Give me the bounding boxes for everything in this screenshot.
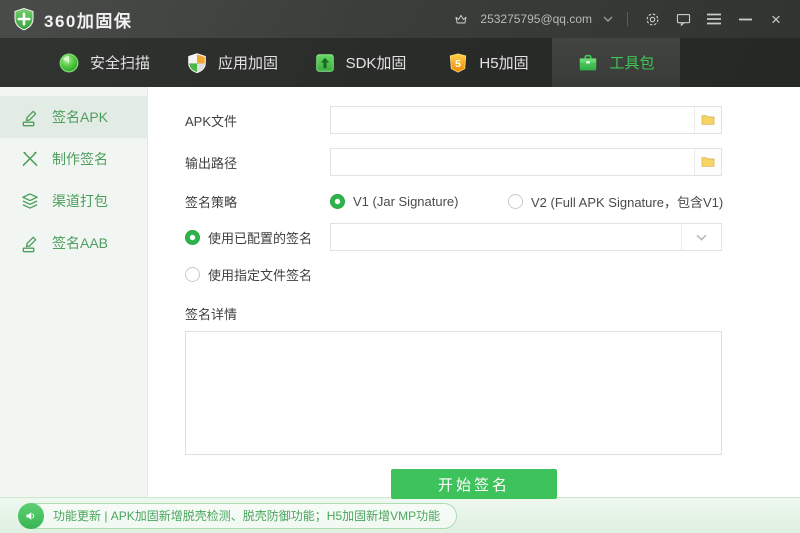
svg-text:5: 5 bbox=[455, 57, 461, 69]
apk-file-input[interactable] bbox=[331, 107, 694, 133]
output-path-row: 输出路径 bbox=[185, 148, 800, 176]
sign-apk-form: APK文件 输出路径 签名策略 V1 (Jar Signature) V2 (F… bbox=[148, 87, 800, 499]
select-arrow-zone[interactable] bbox=[681, 224, 721, 250]
app-title: 360加固保 bbox=[44, 11, 133, 31]
radio-option-use-configured[interactable]: 使用已配置的签名 bbox=[185, 228, 330, 247]
sdk-upload-icon bbox=[315, 53, 334, 72]
tab-security-scan[interactable]: 安全扫描 bbox=[40, 38, 168, 87]
radio-v2-label: V2 (Full APK Signature，包含V1) bbox=[531, 195, 724, 210]
radio-use-file[interactable] bbox=[185, 267, 200, 282]
main-nav-tabs: 安全扫描 应用加固 SDK加固 5 H5加固 工具包 bbox=[0, 38, 800, 87]
start-sign-button[interactable]: 开始签名 bbox=[391, 469, 557, 499]
status-bar: 功能更新 | APK加固新增脱壳检测、脱壳防御功能；H5加固新增VMP功能 bbox=[0, 497, 800, 533]
tab-label: SDK加固 bbox=[345, 55, 407, 72]
hamburger-menu-icon bbox=[707, 13, 721, 25]
close-button[interactable]: × bbox=[766, 8, 786, 30]
chevron-down-icon bbox=[696, 234, 707, 241]
app-shield-icon bbox=[188, 52, 206, 73]
radio-v1[interactable] bbox=[330, 194, 345, 209]
signature-detail-textarea[interactable] bbox=[185, 331, 722, 455]
h5-shield-icon: 5 bbox=[450, 52, 467, 73]
configured-signature-row: 使用已配置的签名 bbox=[185, 223, 800, 251]
file-signature-row: 使用指定文件签名 bbox=[185, 265, 800, 284]
tab-toolbox[interactable]: 工具包 bbox=[552, 38, 680, 87]
update-notice-text: 功能更新 | APK加固新增脱壳检测、脱壳防御功能；H5加固新增VMP功能 bbox=[53, 509, 441, 523]
tab-label: 工具包 bbox=[609, 55, 655, 72]
channel-package-icon bbox=[22, 193, 38, 209]
apk-file-browse-button[interactable] bbox=[694, 107, 721, 133]
output-path-label: 输出路径 bbox=[185, 155, 238, 171]
tab-sdk-harden[interactable]: SDK加固 bbox=[296, 38, 424, 87]
close-icon: × bbox=[771, 9, 781, 29]
output-path-input[interactable] bbox=[331, 149, 694, 175]
sign-apk-icon bbox=[22, 110, 37, 127]
output-path-browse-button[interactable] bbox=[694, 149, 721, 175]
app-logo: 360加固保 bbox=[12, 7, 132, 32]
tab-label: 安全扫描 bbox=[89, 55, 150, 72]
submit-row: 开始签名 bbox=[185, 460, 800, 499]
main-area: 签名APK 制作签名 渠道打包 签名AAB APK文件 输出路径 签名策略 V1… bbox=[0, 87, 800, 499]
use-configured-label: 使用已配置的签名 bbox=[208, 230, 313, 246]
detail-label: 签名详情 bbox=[185, 307, 238, 322]
title-bar: 360加固保 253275795@qq.com × bbox=[0, 0, 800, 38]
feedback-button[interactable] bbox=[673, 8, 693, 30]
sidebar-item-sign-aab[interactable]: 签名AAB bbox=[0, 222, 147, 264]
radio-v1-label: V1 (Jar Signature) bbox=[353, 194, 459, 209]
sidebar-item-channel-package[interactable]: 渠道打包 bbox=[0, 180, 147, 222]
sidebar-item-label: 渠道打包 bbox=[52, 193, 108, 209]
strategy-label: 签名策略 bbox=[185, 195, 238, 210]
sidebar-item-label: 签名AAB bbox=[52, 235, 109, 251]
toolbox-icon bbox=[580, 54, 597, 70]
sidebar-item-label: 制作签名 bbox=[52, 151, 108, 167]
menu-button[interactable] bbox=[704, 8, 724, 30]
crown-icon bbox=[455, 14, 467, 23]
minimize-button[interactable] bbox=[735, 8, 755, 30]
user-email[interactable]: 253275795@qq.com bbox=[480, 12, 592, 26]
sign-aab-icon bbox=[22, 236, 37, 253]
shield-plus-logo-icon bbox=[14, 7, 34, 31]
radio-use-configured[interactable] bbox=[185, 229, 200, 245]
sidebar-item-label: 签名APK bbox=[52, 109, 109, 125]
gear-icon bbox=[646, 13, 658, 25]
app-window: 360加固保 253275795@qq.com × 安全扫描 应用加固 SDK加… bbox=[0, 0, 800, 533]
apk-file-row: APK文件 bbox=[185, 106, 800, 134]
detail-label-row: 签名详情 bbox=[185, 304, 800, 323]
tab-label: H5加固 bbox=[479, 55, 529, 72]
radio-option-v1[interactable]: V1 (Jar Signature) bbox=[330, 194, 508, 209]
tab-label: 应用加固 bbox=[217, 55, 278, 72]
update-notice[interactable]: 功能更新 | APK加固新增脱壳检测、脱壳防御功能；H5加固新增VMP功能 bbox=[18, 502, 458, 529]
speaker-icon bbox=[26, 511, 35, 520]
configured-signature-select[interactable] bbox=[330, 223, 722, 251]
sidebar: 签名APK 制作签名 渠道打包 签名AAB bbox=[0, 87, 148, 497]
message-bubble-icon bbox=[676, 13, 690, 26]
titlebar-divider bbox=[627, 12, 628, 26]
sidebar-item-make-signature[interactable]: 制作签名 bbox=[0, 138, 147, 180]
scan-icon bbox=[59, 53, 79, 72]
make-signature-icon bbox=[22, 151, 38, 167]
tab-h5-harden[interactable]: 5 H5加固 bbox=[424, 38, 552, 87]
settings-button[interactable] bbox=[642, 8, 662, 30]
radio-option-v2[interactable]: V2 (Full APK Signature，包含V1) bbox=[508, 192, 723, 211]
radio-v2[interactable] bbox=[508, 194, 523, 209]
strategy-row: 签名策略 V1 (Jar Signature) V2 (Full APK Sig… bbox=[185, 192, 800, 211]
sidebar-item-sign-apk[interactable]: 签名APK bbox=[0, 96, 147, 138]
chevron-down-icon[interactable] bbox=[603, 16, 613, 22]
apk-file-label: APK文件 bbox=[185, 113, 238, 129]
folder-icon bbox=[701, 157, 715, 167]
use-file-label: 使用指定文件签名 bbox=[208, 268, 313, 283]
minimize-icon bbox=[738, 18, 752, 20]
folder-icon bbox=[701, 115, 715, 125]
radio-option-use-file[interactable]: 使用指定文件签名 bbox=[185, 265, 330, 284]
tab-app-harden[interactable]: 应用加固 bbox=[168, 38, 296, 87]
announcement-speaker-icon bbox=[18, 502, 44, 529]
